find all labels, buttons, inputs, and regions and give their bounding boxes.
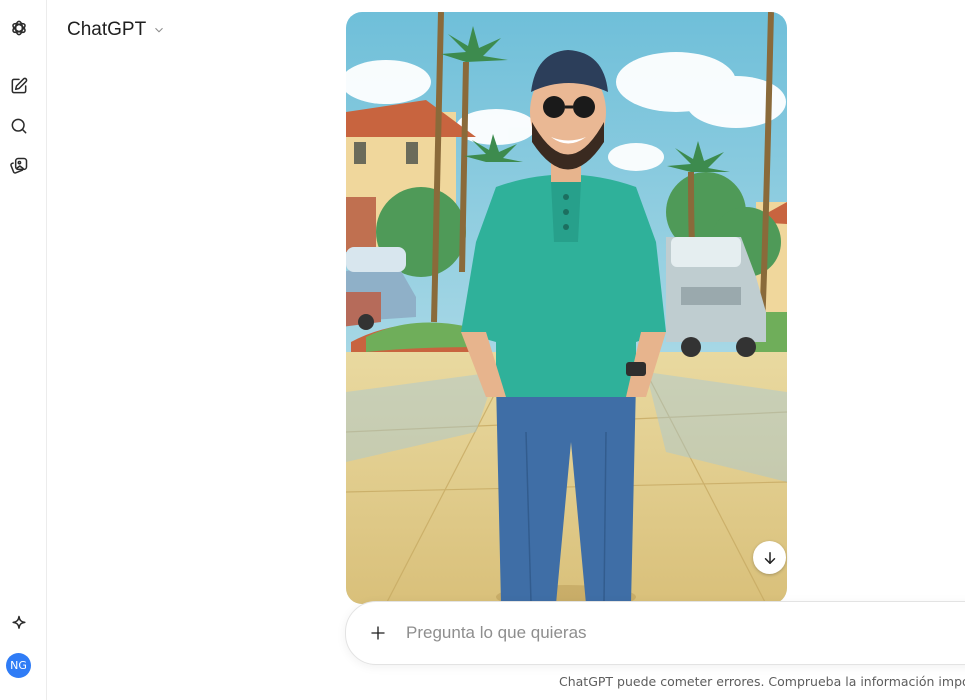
search-icon[interactable]: [7, 114, 31, 138]
download-button[interactable]: [753, 541, 786, 574]
disclaimer-text: ChatGPT puede cometer errores. Comprueba…: [559, 674, 965, 689]
plus-icon: [371, 626, 385, 640]
library-icon[interactable]: [7, 154, 31, 178]
model-switcher[interactable]: ChatGPT: [60, 14, 173, 46]
avatar[interactable]: NG: [6, 653, 31, 678]
avatar-initials: NG: [10, 659, 27, 672]
new-chat-icon[interactable]: [7, 74, 31, 98]
model-title: ChatGPT: [67, 19, 147, 40]
composer: [345, 601, 965, 665]
download-arrow-icon: [764, 551, 775, 564]
generated-image[interactable]: [346, 12, 787, 604]
attach-button[interactable]: [358, 613, 398, 653]
openai-logo-icon[interactable]: [7, 16, 31, 40]
prompt-input[interactable]: [404, 622, 928, 644]
sparkle-icon[interactable]: [7, 612, 31, 636]
sidebar-rail: NG: [0, 0, 47, 700]
chevron-down-icon: [155, 27, 164, 33]
